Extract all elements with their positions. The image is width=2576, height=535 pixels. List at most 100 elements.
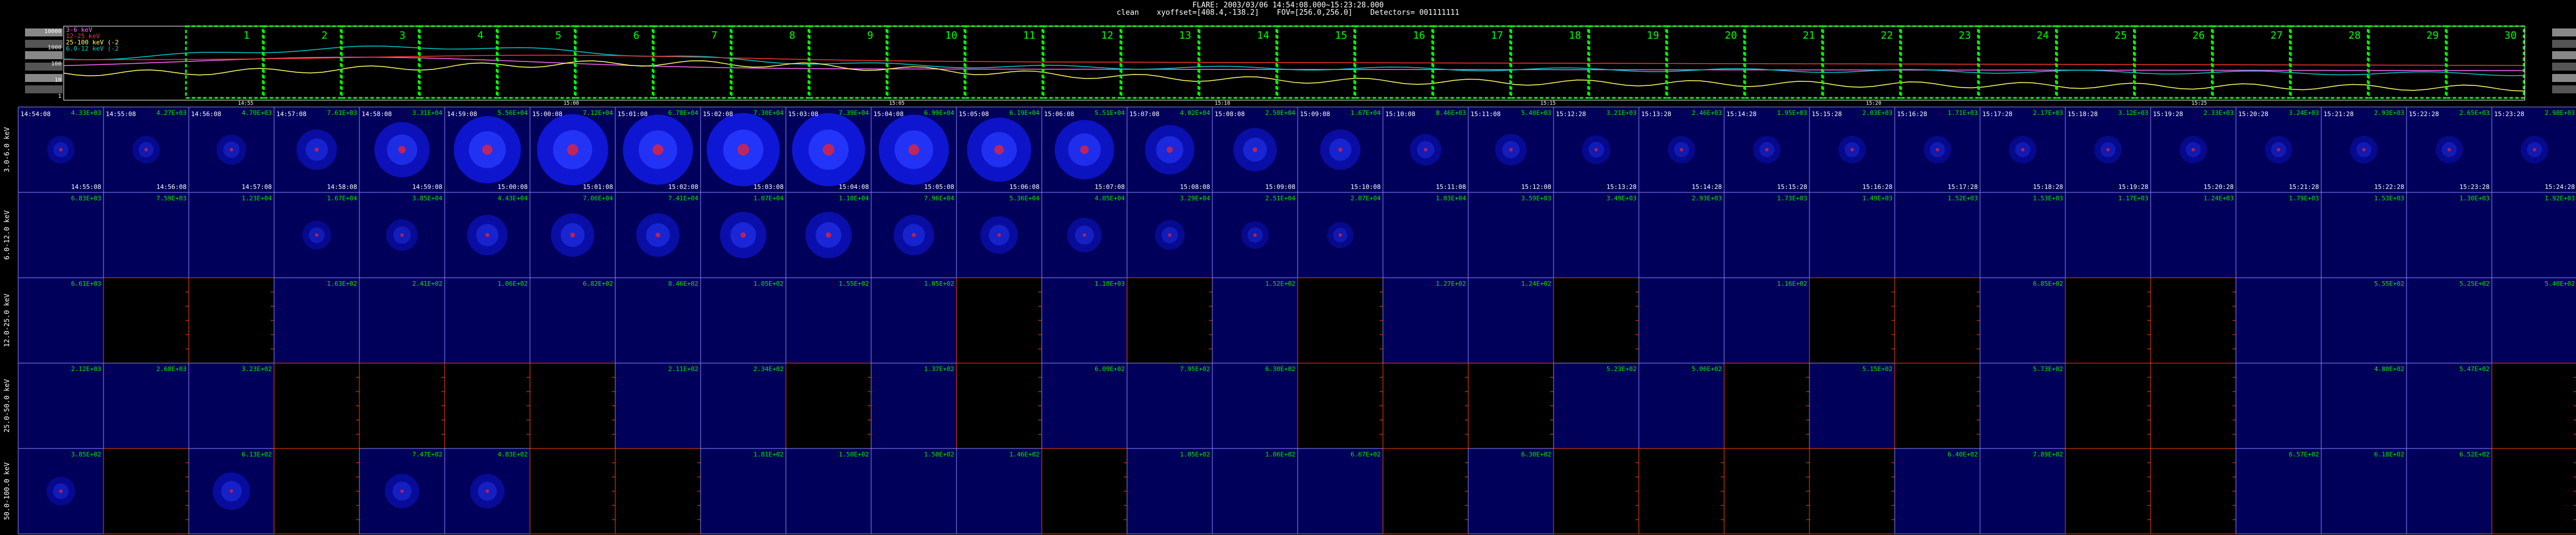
tile-end-time: 15:18:28 xyxy=(2033,183,2063,191)
empty-tile xyxy=(444,363,531,449)
tile-end-time: 14:56:08 xyxy=(156,183,187,191)
empty-tile xyxy=(1724,448,1810,534)
peak-value: 2.51E+04 xyxy=(1265,195,1295,202)
source-core xyxy=(2362,148,2366,151)
peak-value: 1.23E+04 xyxy=(242,195,272,202)
tile-start-time: 15:12:28 xyxy=(1556,110,1586,118)
image-tile xyxy=(1809,363,1895,449)
empty-tile xyxy=(1724,363,1810,449)
peak-value: 6.18E+02 xyxy=(2374,451,2404,458)
tile-start-time: 15:00:08 xyxy=(532,110,562,118)
tile-start-time: 15:16:28 xyxy=(1897,110,1927,118)
image-tile xyxy=(18,277,104,364)
peak-value: 1.06E+02 xyxy=(1265,451,1295,458)
image-grid: 3.0-6.0 keV 4.33E+03 14:54:08 14:55:08 4.27E… xyxy=(3,106,2576,534)
empty-tile xyxy=(2150,448,2237,534)
peak-value: 6.82E+02 xyxy=(583,280,613,287)
peak-value: 7.06E+04 xyxy=(583,195,613,202)
tile-end-time: 15:01:08 xyxy=(583,183,613,191)
source-core xyxy=(1083,233,1086,237)
source-core xyxy=(908,144,920,155)
peak-value: 6.67E+02 xyxy=(1351,451,1381,458)
peak-value: 1.10E+03 xyxy=(1095,280,1125,287)
image-tile xyxy=(444,277,531,364)
peak-value: 4.33E+03 xyxy=(71,109,101,117)
image-tile xyxy=(1041,277,1128,364)
tile-end-time: 15:08:08 xyxy=(1180,183,1210,191)
source-core xyxy=(2021,148,2024,151)
peak-value: 5.47E+02 xyxy=(2459,365,2490,373)
empty-tile xyxy=(1638,448,1725,534)
row-energy-label: 3.0-6.0 keV xyxy=(3,127,11,172)
peak-value: 5.56E+04 xyxy=(498,109,528,117)
image-tile xyxy=(274,277,360,364)
source-core xyxy=(59,489,63,493)
peak-value: 1.24E+03 xyxy=(2204,195,2234,202)
tile-start-time: 15:15:28 xyxy=(1812,110,1842,118)
peak-value: 1.52E+02 xyxy=(1265,280,1295,287)
peak-value: 4.27E+03 xyxy=(156,109,187,117)
tile-start-time: 15:05:08 xyxy=(959,110,989,118)
source-core xyxy=(1253,233,1257,237)
source-core xyxy=(1424,148,1427,151)
image-tile xyxy=(1468,192,1554,278)
peak-value: 1.50E+02 xyxy=(924,451,954,458)
source-core xyxy=(486,489,489,493)
image-tile xyxy=(1212,363,1298,449)
source-core xyxy=(826,232,831,238)
image-tile xyxy=(359,277,445,364)
tile-start-time: 15:22:28 xyxy=(2409,110,2439,118)
image-tile xyxy=(2491,277,2576,364)
peak-value: 1.05E+02 xyxy=(753,280,784,287)
empty-tile xyxy=(1553,448,1639,534)
image-tile xyxy=(1638,363,1725,449)
peak-value: 3.29E+04 xyxy=(1180,195,1210,202)
empty-tile xyxy=(2491,448,2576,534)
source-core xyxy=(59,148,63,151)
tile-start-time: 14:57:08 xyxy=(276,110,307,118)
peak-value: 1.81E+02 xyxy=(753,451,784,458)
image-tile xyxy=(1979,277,2066,364)
source-core xyxy=(1339,233,1342,237)
peak-value: 4.43E+04 xyxy=(498,195,528,202)
peak-value: 5.25E+02 xyxy=(2459,280,2490,287)
empty-tile xyxy=(1382,448,1469,534)
peak-value: 1.92E+03 xyxy=(2545,195,2575,202)
tile-start-time: 15:02:08 xyxy=(703,110,733,118)
tile-start-time: 15:04:08 xyxy=(873,110,904,118)
tile-end-time: 15:09:08 xyxy=(1265,183,1295,191)
empty-tile xyxy=(1553,277,1639,364)
tile-start-time: 15:08:08 xyxy=(1215,110,1245,118)
peak-value: 1.49E+03 xyxy=(1862,195,1892,202)
image-tile xyxy=(615,363,701,449)
peak-value: 1.67E+04 xyxy=(327,195,357,202)
peak-value: 2.07E+04 xyxy=(1351,195,1381,202)
image-tile xyxy=(1553,192,1639,278)
empty-tile xyxy=(359,363,445,449)
peak-value: 6.19E+04 xyxy=(1009,109,1039,117)
peak-value: 7.47E+02 xyxy=(412,451,442,458)
tile-start-time: 15:23:28 xyxy=(2494,110,2524,118)
empty-tile xyxy=(2150,363,2237,449)
image-tile xyxy=(1212,277,1298,364)
peak-value: 1.05E+02 xyxy=(1180,451,1210,458)
tile-end-time: 15:14:28 xyxy=(1692,183,1722,191)
peak-value: 2.41E+02 xyxy=(412,280,442,287)
source-core xyxy=(482,145,492,155)
peak-value: 3.21E+03 xyxy=(1606,109,1637,117)
image-tile xyxy=(2491,192,2576,278)
tile-start-time: 14:59:08 xyxy=(447,110,477,118)
source-core xyxy=(1168,233,1171,237)
peak-value: 1.67E+04 xyxy=(1351,109,1381,117)
tile-end-time: 15:07:08 xyxy=(1095,183,1125,191)
image-tile xyxy=(188,192,275,278)
peak-value: 6.78E+04 xyxy=(668,109,698,117)
peak-value: 4.70E+03 xyxy=(242,109,272,117)
tile-start-time: 15:13:28 xyxy=(1641,110,1671,118)
image-tile xyxy=(1809,192,1895,278)
tile-start-time: 15:20:28 xyxy=(2238,110,2268,118)
empty-tile xyxy=(529,363,616,449)
empty-tile xyxy=(2065,363,2151,449)
empty-tile xyxy=(274,363,360,449)
tile-end-time: 15:17:28 xyxy=(1948,183,1978,191)
